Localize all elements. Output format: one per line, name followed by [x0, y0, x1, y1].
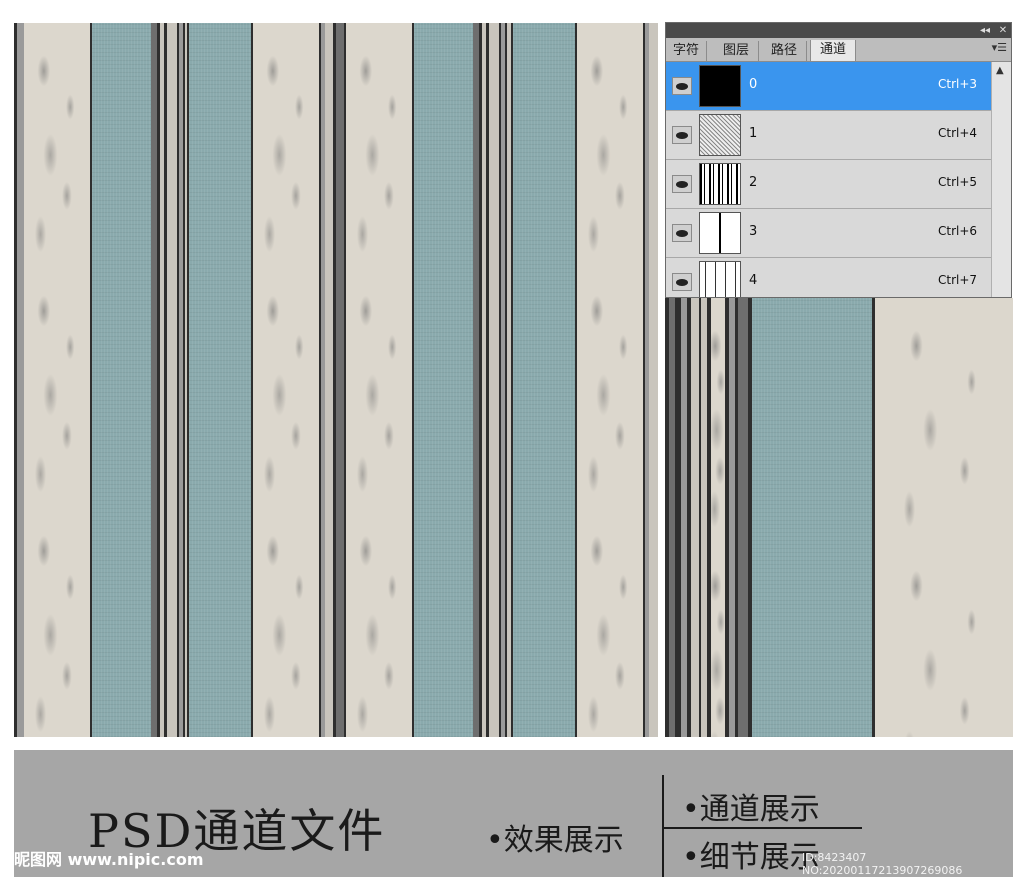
channel-shortcut: Ctrl+6	[938, 224, 978, 238]
panel-titlebar: ◂◂ ✕	[666, 23, 1011, 38]
channel-shortcut: Ctrl+4	[938, 126, 978, 140]
blue-stripe	[92, 23, 151, 737]
scrollbar[interactable]: ▲	[991, 62, 1011, 297]
id-watermark: ID:8423407 NO:20200117213907269086	[802, 851, 963, 877]
beige-stripe	[577, 23, 643, 737]
channel-thumbnail	[699, 163, 741, 205]
blue-stripe	[414, 23, 473, 737]
channel-row-0[interactable]: 0 Ctrl+3	[666, 62, 991, 111]
channel-thumbnail	[699, 65, 741, 107]
wallpaper-detail-preview	[665, 298, 1013, 737]
beige-stripe	[24, 23, 90, 737]
eye-visibility-icon[interactable]	[672, 77, 692, 95]
channel-shortcut: Ctrl+3	[938, 77, 978, 91]
eye-pupil	[676, 279, 688, 286]
eye-visibility-icon[interactable]	[672, 273, 692, 291]
eye-visibility-icon[interactable]	[672, 126, 692, 144]
channel-thumbnail	[699, 261, 741, 297]
tab-layers[interactable]: 图层	[714, 41, 759, 61]
pinstripe	[691, 298, 699, 737]
blue-stripe	[752, 298, 872, 737]
detail-label: •细节展示	[682, 840, 820, 875]
tab-paths[interactable]: 路径	[762, 41, 807, 61]
pinstripe	[325, 23, 333, 737]
eye-pupil	[676, 83, 688, 90]
effect-label: •效果展示	[486, 823, 624, 858]
caption-band: PSD通道文件 •效果展示 •通道展示 •细节展示 昵图网 www.nipic.…	[14, 750, 1013, 877]
channel-shortcut: Ctrl+7	[938, 273, 978, 287]
channels-panel: ◂◂ ✕ 字符 图层 路径 通道 ▾☰ 0 Ctrl+3 1 Ctrl+4 2 Ctrl+…	[665, 22, 1012, 298]
blue-stripe	[189, 23, 251, 737]
pinstripe	[167, 23, 177, 737]
channel-name: 0	[749, 77, 758, 92]
double-chevron-left-icon[interactable]: ◂◂	[978, 24, 992, 37]
channel-row-1[interactable]: 1 Ctrl+4	[666, 111, 991, 160]
channel-name: 1	[749, 126, 758, 141]
pinstripe	[17, 23, 24, 737]
wallpaper-preview	[14, 23, 658, 737]
blue-stripe	[513, 23, 575, 737]
channel-thumbnail	[699, 114, 741, 156]
channel-name: 3	[749, 224, 758, 239]
channel-name: 2	[749, 175, 758, 190]
divider-vertical	[662, 775, 664, 877]
eye-pupil	[676, 230, 688, 237]
channel-label: •通道展示	[682, 792, 820, 827]
eye-pupil	[676, 132, 688, 139]
panel-tab-bar: 字符 图层 路径 通道 ▾☰	[666, 38, 1011, 62]
channel-shortcut: Ctrl+5	[938, 175, 978, 189]
channel-thumbnail	[699, 212, 741, 254]
eye-visibility-icon[interactable]	[672, 175, 692, 193]
beige-stripe	[711, 298, 725, 737]
scroll-up-arrow-icon[interactable]: ▲	[996, 65, 1004, 76]
channel-row-2[interactable]: 2 Ctrl+5	[666, 160, 991, 209]
pinstripe	[738, 298, 748, 737]
eye-visibility-icon[interactable]	[672, 224, 692, 242]
channel-name: 4	[749, 273, 758, 288]
tab-character[interactable]: 字符	[666, 41, 707, 61]
close-icon[interactable]: ✕	[996, 24, 1010, 37]
panel-menu-icon[interactable]: ▾☰	[992, 41, 1007, 54]
beige-stripe	[346, 23, 412, 737]
channel-row-4[interactable]: 4 Ctrl+7	[666, 258, 991, 297]
pinstripe	[489, 23, 499, 737]
beige-stripe	[253, 23, 319, 737]
tab-channels[interactable]: 通道	[810, 40, 856, 61]
channel-row-3[interactable]: 3 Ctrl+6	[666, 209, 991, 258]
site-watermark: 昵图网 www.nipic.com	[14, 850, 204, 869]
beige-stripe	[875, 298, 1013, 737]
pinstripe	[649, 23, 658, 737]
pinstripe	[336, 23, 344, 737]
eye-pupil	[676, 181, 688, 188]
